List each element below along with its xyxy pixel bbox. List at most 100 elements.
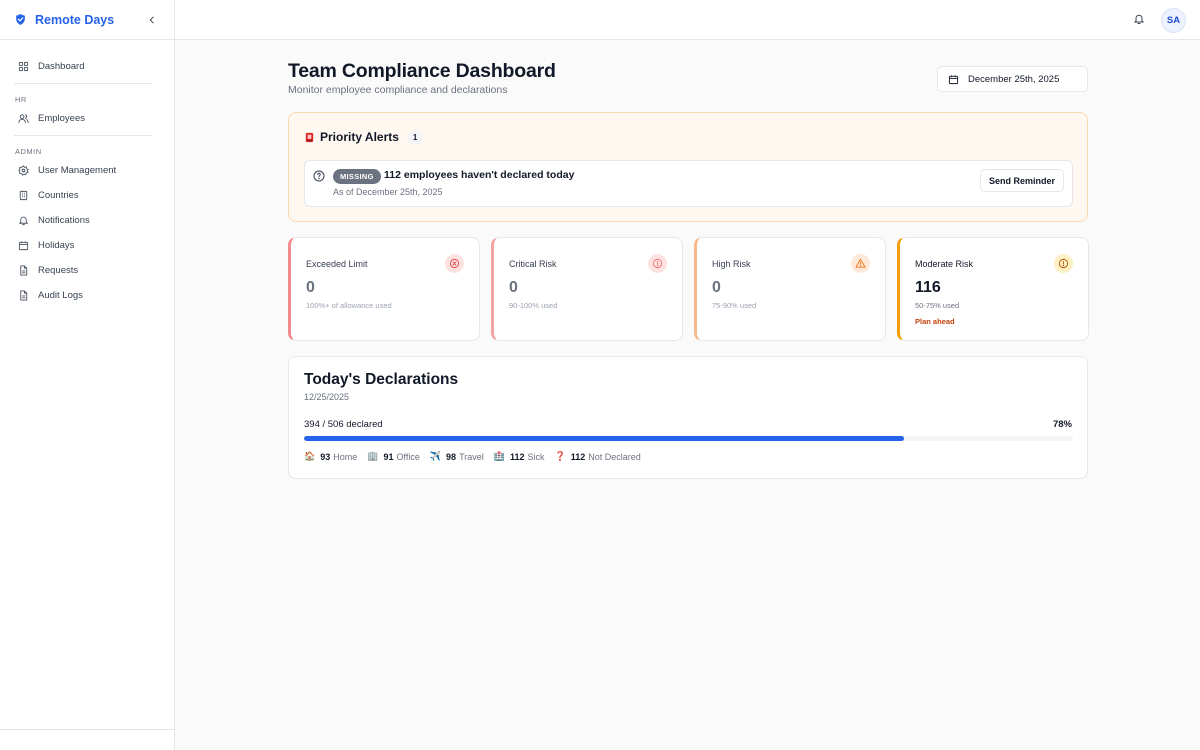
sidebar-item-label: Dashboard xyxy=(38,61,85,72)
declarations-title: Today's Declarations xyxy=(304,371,459,388)
building-icon xyxy=(18,190,29,201)
office-building-icon: 🏢 xyxy=(367,451,379,461)
card-value: 116 xyxy=(915,279,941,296)
grid-icon xyxy=(18,61,29,72)
sidebar-item-user-management[interactable]: User Management xyxy=(0,158,174,183)
calendar-icon xyxy=(948,74,959,85)
stat-office: 🏢 91 Office xyxy=(367,451,420,462)
stat-count: 112 xyxy=(570,451,586,462)
divider xyxy=(0,729,175,730)
sidebar-item-label: Requests xyxy=(38,265,79,276)
alert-message: 112 employees haven't declared today xyxy=(384,169,575,181)
bell-icon[interactable] xyxy=(1133,13,1145,25)
alert-timestamp: As of December 25th, 2025 xyxy=(333,187,443,197)
card-note: 50-75% used xyxy=(915,301,960,310)
shield-logo-icon xyxy=(14,13,27,26)
sidebar-item-label: Countries xyxy=(38,190,79,201)
page-subtitle: Monitor employee compliance and declarat… xyxy=(288,84,508,96)
sidebar-item-label: Audit Logs xyxy=(38,290,83,301)
sidebar-item-employees[interactable]: Employees xyxy=(0,106,174,131)
risk-card-critical[interactable]: Critical Risk 0 90-100% used xyxy=(491,237,683,341)
divider xyxy=(14,135,152,136)
stat-not-declared: ❓ 112 Not Declared xyxy=(555,451,641,462)
stat-label: Not Declared xyxy=(588,451,641,462)
nav-group-admin: ADMIN xyxy=(15,146,42,156)
brand: Remote Days xyxy=(0,0,174,40)
card-value: 0 xyxy=(712,279,721,296)
sidebar-item-audit-logs[interactable]: Audit Logs xyxy=(0,283,174,308)
house-icon: 🏠 xyxy=(304,451,316,461)
warning-triangle-icon xyxy=(851,254,870,273)
app-title: Remote Days xyxy=(35,12,115,27)
alert-circle-icon xyxy=(648,254,667,273)
card-label: Critical Risk xyxy=(509,259,557,269)
stat-label: Sick xyxy=(527,451,545,462)
declaration-stats: 🏠 93 Home 🏢 91 Office ✈️ 98 Travel 🏥 112… xyxy=(304,451,651,462)
hospital-icon: 🏥 xyxy=(493,451,505,461)
info-circle-icon xyxy=(1054,254,1073,273)
help-circle-icon xyxy=(313,170,325,182)
alerts-title: Priority Alerts xyxy=(320,130,399,144)
stat-count: 93 xyxy=(320,451,331,462)
sidebar-item-holidays[interactable]: Holidays xyxy=(0,233,174,258)
settings-icon xyxy=(18,165,29,176)
stat-label: Office xyxy=(396,451,420,462)
card-value: 0 xyxy=(306,279,315,296)
airplane-icon: ✈️ xyxy=(429,451,442,461)
sidebar-item-requests[interactable]: Requests xyxy=(0,258,174,283)
stat-home: 🏠 93 Home xyxy=(304,451,357,462)
progress-label: 394 / 506 declared xyxy=(304,419,383,430)
stat-sick: 🏥 112 Sick xyxy=(494,451,545,462)
card-note: 100%+ of allowance used xyxy=(306,301,392,310)
stat-label: Travel xyxy=(459,451,484,462)
risk-card-exceeded-limit[interactable]: Exceeded Limit 0 100%+ of allowance used xyxy=(288,237,480,341)
stat-travel: ✈️ 98 Travel xyxy=(430,451,484,462)
sidebar-item-notifications[interactable]: Notifications xyxy=(0,208,174,233)
sidebar-item-countries[interactable]: Countries xyxy=(0,183,174,208)
priority-alerts-panel: Priority Alerts 1 MISSING 112 employees … xyxy=(288,112,1088,222)
file-icon xyxy=(18,265,29,276)
sidebar: Remote Days Dashboard HR Employees ADMIN… xyxy=(0,0,175,750)
risk-cards: Exceeded Limit 0 100%+ of allowance used… xyxy=(288,237,1089,341)
alerts-header: Priority Alerts 1 xyxy=(304,130,424,144)
sidebar-item-label: Notifications xyxy=(38,215,90,226)
risk-card-moderate[interactable]: Moderate Risk 116 50-75% used Plan ahead xyxy=(897,237,1089,341)
card-value: 0 xyxy=(509,279,518,296)
file-icon xyxy=(18,290,29,301)
alert-item: MISSING 112 employees haven't declared t… xyxy=(304,160,1073,207)
date-label: December 25th, 2025 xyxy=(968,73,1060,85)
page-title: Team Compliance Dashboard xyxy=(288,60,556,82)
declarations-panel: Today's Declarations 12/25/2025 394 / 50… xyxy=(288,356,1088,479)
stat-count: 112 xyxy=(509,451,525,462)
status-badge: MISSING xyxy=(333,169,381,184)
card-note: 90-100% used xyxy=(509,301,558,310)
sidebar-item-label: Holidays xyxy=(38,240,75,251)
stat-count: 98 xyxy=(446,451,457,462)
question-mark-icon: ❓ xyxy=(554,451,566,461)
divider xyxy=(14,83,152,84)
card-note: 75-90% used xyxy=(712,301,757,310)
sidebar-nav: Dashboard HR Employees ADMIN User Manage… xyxy=(0,40,174,308)
alerts-count-badge: 1 xyxy=(406,130,424,144)
card-label: Exceeded Limit xyxy=(306,259,368,269)
avatar[interactable]: SA xyxy=(1161,8,1186,33)
bell-icon xyxy=(18,215,29,226)
siren-icon xyxy=(304,132,315,143)
topbar: SA xyxy=(175,0,1200,40)
nav-group-hr: HR xyxy=(15,94,27,104)
card-hint: Plan ahead xyxy=(915,317,955,326)
stat-label: Home xyxy=(333,451,358,462)
risk-card-high[interactable]: High Risk 0 75-90% used xyxy=(694,237,886,341)
sidebar-item-label: User Management xyxy=(38,165,117,176)
x-circle-icon xyxy=(445,254,464,273)
users-icon xyxy=(18,113,29,124)
date-picker-button[interactable]: December 25th, 2025 xyxy=(937,66,1088,92)
progress-percent: 78% xyxy=(1052,419,1072,430)
calendar-icon xyxy=(18,240,29,251)
send-reminder-button[interactable]: Send Reminder xyxy=(979,169,1064,192)
chevron-left-icon[interactable] xyxy=(144,12,160,28)
sidebar-item-dashboard[interactable]: Dashboard xyxy=(0,54,174,79)
declarations-date: 12/25/2025 xyxy=(304,392,350,402)
card-label: High Risk xyxy=(712,259,751,269)
progress-bar xyxy=(304,436,1073,441)
